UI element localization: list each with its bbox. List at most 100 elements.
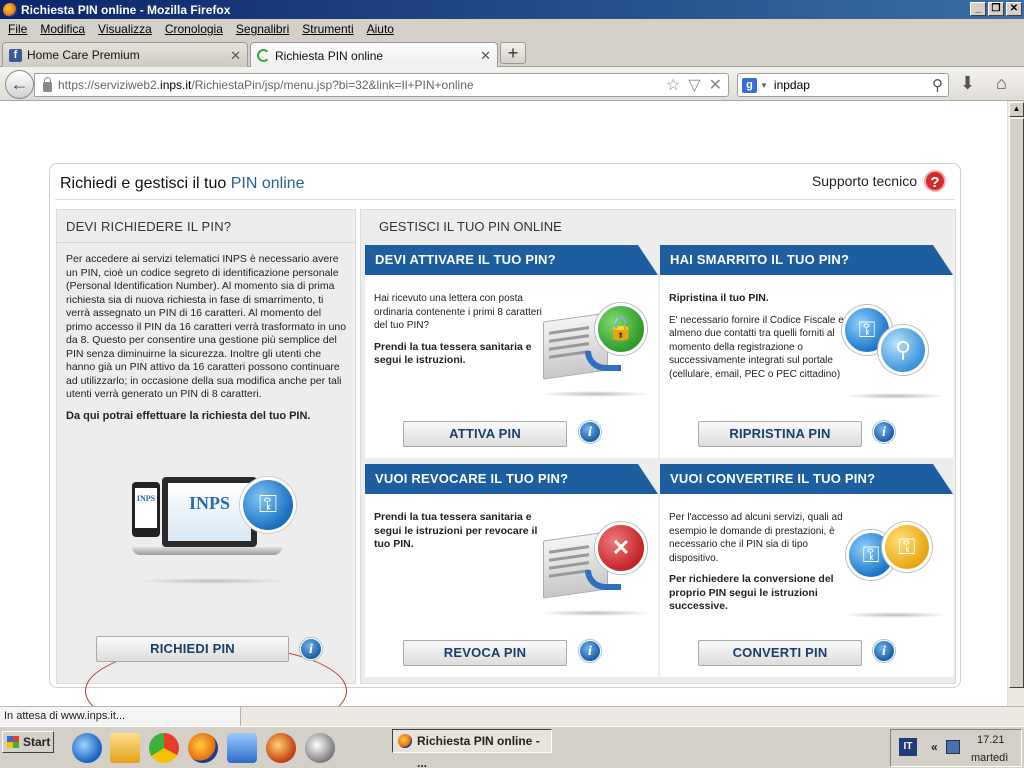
support-label: Supporto tecnico bbox=[811, 173, 917, 189]
stop-icon[interactable]: ✕ bbox=[709, 75, 722, 95]
locked-x-icon: ✕ bbox=[595, 522, 647, 574]
attiva-pin-button[interactable]: ATTIVA PIN bbox=[403, 421, 567, 447]
info-icon[interactable]: i bbox=[873, 640, 895, 662]
revoke-illustration: ✕ bbox=[543, 522, 648, 617]
url-bar[interactable]: https://serviziweb2.inps.it/RichiestaPin… bbox=[34, 73, 729, 97]
restore-button[interactable]: ❐ bbox=[988, 2, 1004, 16]
help-icon[interactable]: ? bbox=[924, 170, 946, 192]
close-tab-icon[interactable]: ✕ bbox=[230, 48, 241, 64]
navigation-bar: https://serviziweb2.inps.it/RichiestaPin… bbox=[0, 67, 1024, 101]
vertical-scrollbar[interactable]: ▲ ▼ bbox=[1007, 101, 1024, 723]
key-search-illustration: ⚿ ⚲ bbox=[842, 305, 947, 400]
info-icon[interactable]: i bbox=[579, 640, 601, 662]
tab-richiesta-pin[interactable]: Richiesta PIN online ✕ bbox=[250, 42, 498, 68]
url-dropdown-icon[interactable]: ▽ bbox=[688, 75, 700, 95]
unlock-icon: 🔓 bbox=[595, 303, 647, 355]
firefox-icon[interactable] bbox=[188, 733, 218, 763]
close-window-button[interactable]: ✕ bbox=[1006, 2, 1022, 16]
back-button[interactable]: ← bbox=[5, 70, 34, 99]
search-icon[interactable]: ⚲ bbox=[932, 76, 943, 94]
magnifier-icon: ⚲ bbox=[878, 325, 928, 375]
new-tab-button[interactable]: + bbox=[500, 42, 526, 64]
card-text: Per l'accesso ad alcuni servizi, quali a… bbox=[669, 512, 843, 612]
info-icon[interactable]: i bbox=[873, 421, 895, 443]
url-text: https://serviziweb2.inps.it/RichiestaPin… bbox=[58, 78, 474, 92]
support-link[interactable]: Supporto tecnico ? bbox=[812, 170, 946, 192]
menu-file[interactable]: File bbox=[8, 22, 27, 36]
search-bar[interactable]: g ▼ inpdap ⚲ bbox=[737, 73, 949, 97]
request-pin-heading: DEVI RICHIEDERE IL PIN? bbox=[66, 219, 232, 234]
chevron-down-icon[interactable]: ▼ bbox=[760, 81, 768, 90]
minimize-button[interactable]: _ bbox=[970, 2, 986, 16]
folder-icon[interactable] bbox=[110, 733, 140, 763]
tab-label: Home Care Premium bbox=[27, 48, 140, 62]
tab-home-care-premium[interactable]: f Home Care Premium ✕ bbox=[2, 42, 248, 67]
title-divider bbox=[55, 199, 955, 200]
card-attiva-pin: DEVI ATTIVARE IL TUO PIN? Hai ricevuto u… bbox=[365, 245, 658, 458]
card-title: VUOI CONVERTIRE IL TUO PIN? bbox=[660, 464, 953, 494]
manage-pin-heading: GESTISCI IL TUO PIN ONLINE bbox=[379, 219, 562, 234]
taskbar-firefox-item[interactable]: Richiesta PIN online - ... bbox=[392, 729, 552, 768]
devices-illustration: INPS INPS ⚿ bbox=[132, 472, 302, 572]
menu-modifica[interactable]: Modifica bbox=[40, 22, 85, 36]
media-icon[interactable] bbox=[266, 733, 296, 763]
download-icon[interactable]: ⬇ bbox=[960, 73, 975, 94]
window-title: Richiesta PIN online - Mozilla Firefox bbox=[21, 2, 231, 17]
card-title: DEVI ATTIVARE IL TUO PIN? bbox=[365, 245, 658, 275]
clock-time: 17.21 bbox=[977, 734, 1005, 746]
status-bar: In attesa di www.inps.it... bbox=[0, 706, 1024, 726]
page-container: Richiedi e gestisci il tuo PIN online Su… bbox=[49, 163, 961, 737]
app-icon[interactable] bbox=[227, 733, 257, 763]
ripristina-pin-button[interactable]: RIPRISTINA PIN bbox=[698, 421, 862, 447]
window-titlebar: Richiesta PIN online - Mozilla Firefox _… bbox=[0, 0, 1024, 19]
internet-explorer-icon[interactable] bbox=[72, 733, 102, 763]
manage-pin-panel: GESTISCI IL TUO PIN ONLINE DEVI ATTIVARE… bbox=[360, 209, 956, 684]
menu-segnalibri[interactable]: Segnalibri bbox=[236, 22, 289, 36]
firefox-icon bbox=[3, 2, 17, 17]
info-icon[interactable]: i bbox=[579, 421, 601, 443]
request-pin-panel: DEVI RICHIEDERE IL PIN? Per accedere ai … bbox=[56, 209, 356, 737]
unlock-illustration: 🔓 bbox=[543, 303, 648, 398]
richiedi-pin-button[interactable]: RICHIEDI PIN bbox=[96, 636, 289, 662]
close-tab-icon[interactable]: ✕ bbox=[480, 48, 491, 64]
scroll-thumb[interactable] bbox=[1009, 118, 1024, 688]
request-pin-note: Da qui potrai effettuare la richiesta de… bbox=[66, 409, 311, 422]
revoca-pin-button[interactable]: REVOCA PIN bbox=[403, 640, 567, 666]
card-converti-pin: VUOI CONVERTIRE IL TUO PIN? Per l'access… bbox=[660, 464, 953, 677]
network-icon[interactable] bbox=[946, 740, 960, 754]
page-title: Richiedi e gestisci il tuo PIN online bbox=[60, 175, 305, 192]
converti-pin-button[interactable]: CONVERTI PIN bbox=[698, 640, 862, 666]
menu-visualizza[interactable]: Visualizza bbox=[98, 22, 152, 36]
scroll-up-button[interactable]: ▲ bbox=[1009, 102, 1024, 117]
language-indicator[interactable]: IT bbox=[899, 738, 917, 756]
request-pin-description: Per accedere ai servizi telematici INPS … bbox=[66, 253, 347, 400]
menu-strumenti[interactable]: Strumenti bbox=[302, 22, 353, 36]
menu-aiuto[interactable]: Aiuto bbox=[367, 22, 394, 36]
card-revoca-pin: VUOI REVOCARE IL TUO PIN? Prendi la tua … bbox=[365, 464, 658, 677]
lock-icon bbox=[43, 76, 52, 92]
card-title: VUOI REVOCARE IL TUO PIN? bbox=[365, 464, 658, 494]
facebook-icon: f bbox=[9, 48, 22, 62]
info-icon[interactable]: i bbox=[300, 638, 322, 660]
card-text: Prendi la tua tessera sanitaria e segui … bbox=[374, 511, 538, 550]
menu-cronologia[interactable]: Cronologia bbox=[165, 22, 223, 36]
phone-image: INPS bbox=[132, 482, 160, 537]
google-icon[interactable]: g bbox=[742, 77, 757, 93]
search-input[interactable]: inpdap bbox=[774, 78, 810, 92]
key-icon: ⚿ bbox=[240, 477, 296, 533]
card-ripristina-pin: HAI SMARRITO IL TUO PIN? Ripristina il t… bbox=[660, 245, 953, 458]
system-tray: IT « 17.21 martedì bbox=[890, 729, 1022, 767]
player-icon[interactable] bbox=[305, 733, 335, 763]
card-text: Hai ricevuto una lettera con posta ordin… bbox=[374, 293, 542, 366]
status-text: In attesa di www.inps.it... bbox=[0, 707, 241, 726]
taskbar: Start Richiesta PIN online - ... IT « 17… bbox=[0, 726, 1024, 768]
home-icon[interactable]: ⌂ bbox=[996, 73, 1007, 94]
bookmark-star-icon[interactable]: ☆ bbox=[666, 75, 680, 95]
start-button[interactable]: Start bbox=[2, 731, 54, 753]
card-title: HAI SMARRITO IL TUO PIN? bbox=[660, 245, 953, 275]
menu-bar: File Modifica Visualizza Cronologia Segn… bbox=[0, 19, 1024, 39]
keys-illustration: ⚿ ⚿ bbox=[846, 522, 951, 617]
tray-expand-icon[interactable]: « bbox=[931, 740, 938, 754]
chrome-icon[interactable] bbox=[149, 733, 179, 763]
tab-label: Richiesta PIN online bbox=[275, 48, 384, 63]
